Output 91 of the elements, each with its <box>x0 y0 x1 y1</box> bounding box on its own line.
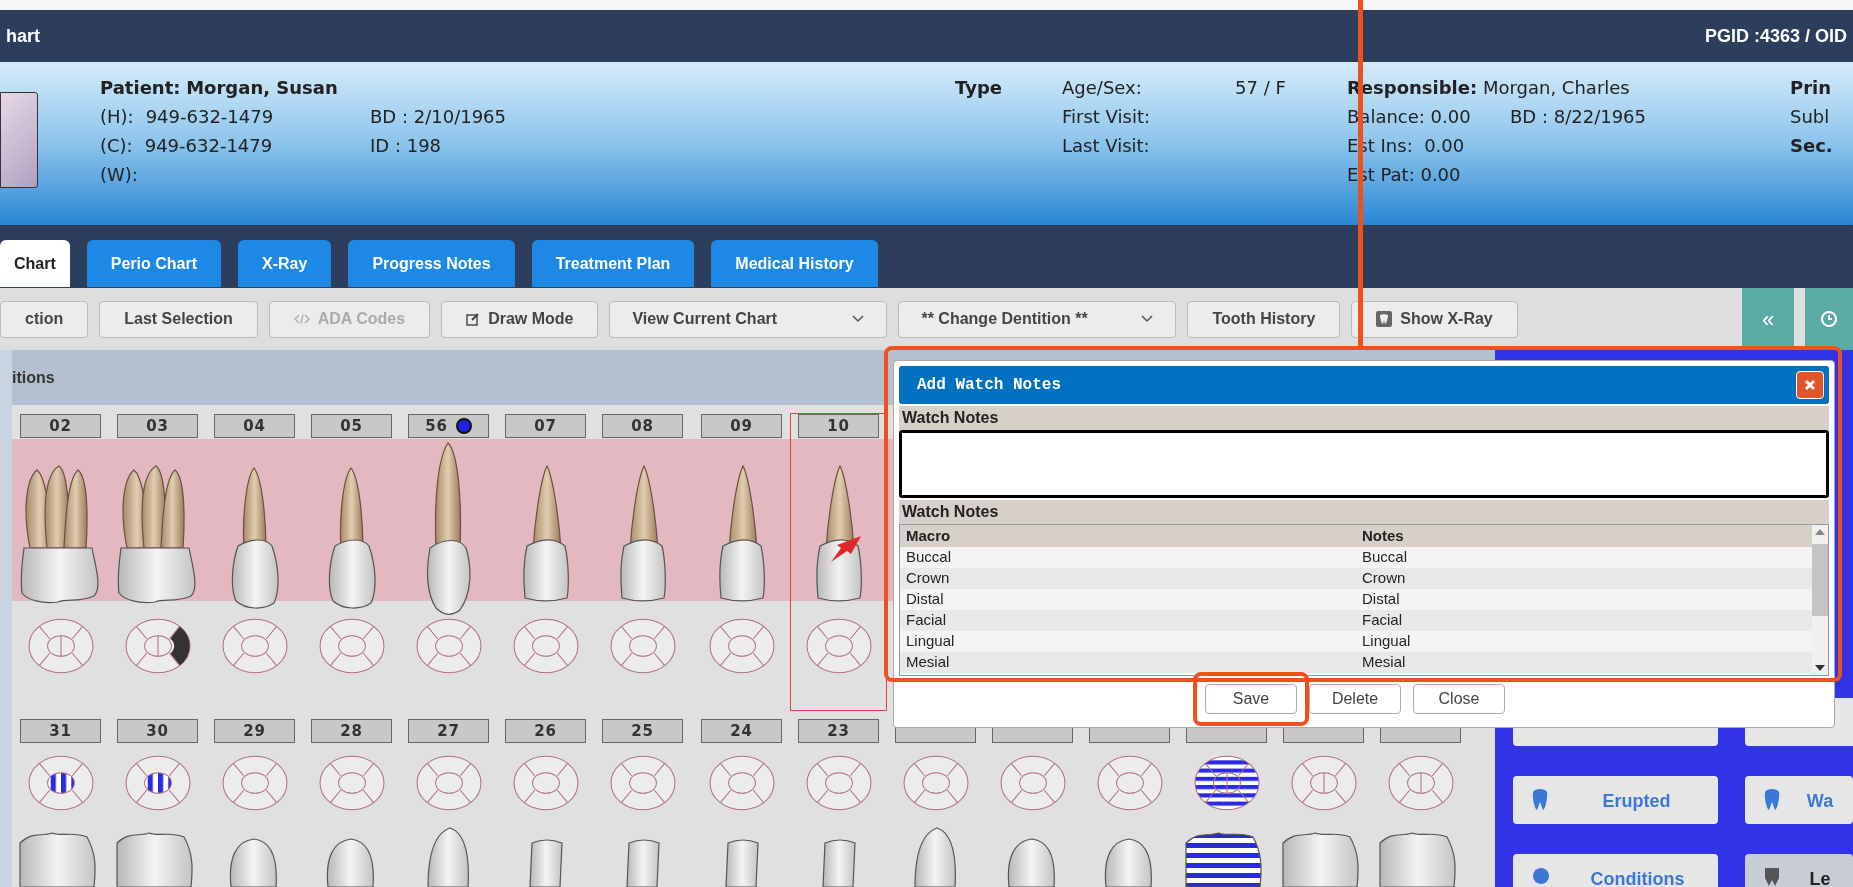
field-label: Watch Notes <box>902 502 999 522</box>
record-ids: PGID :4363 / OID <box>1704 24 1847 48</box>
arrow-icon <box>829 534 863 564</box>
clock-icon <box>1820 310 1838 328</box>
field-label: Watch Notes <box>902 408 999 428</box>
tab[interactable]: X-Ray <box>238 240 332 287</box>
scroll-thumb <box>1812 544 1828 616</box>
table-cell[interactable]: Distal <box>900 588 1356 611</box>
tooth-number[interactable]: 07 <box>505 414 586 438</box>
toolbar-button[interactable]: Last Selection <box>99 300 258 338</box>
tooth-icon <box>1763 788 1781 812</box>
table-cell[interactable]: Facial <box>900 609 1356 632</box>
field-label: Last Visit: <box>1062 134 1151 158</box>
table-cell[interactable]: Mesial <box>900 651 1356 674</box>
tab[interactable]: Treatment Plan <box>531 240 695 287</box>
panel-button[interactable]: Le <box>1745 854 1853 887</box>
conditions-icon <box>1531 866 1551 886</box>
responsible-name: Morgan, Charles <box>1482 77 1630 98</box>
code-icon <box>293 314 310 324</box>
chevron-down-icon <box>852 315 865 323</box>
phone-number: 949-632-1479 <box>145 105 274 129</box>
table-cell[interactable]: Buccal <box>1356 546 1812 569</box>
dialog-button[interactable]: Close <box>1413 684 1505 714</box>
field-label: (W): <box>100 163 138 187</box>
phone-number: 949-632-1479 <box>144 134 273 158</box>
field-label: Patient: <box>100 77 181 98</box>
field-label: (C): <box>100 134 133 158</box>
watch-notes-field[interactable] <box>899 430 1829 498</box>
table-cell[interactable]: Crown <box>1356 567 1812 590</box>
dialog-button[interactable]: Delete <box>1309 684 1401 714</box>
chevron-down-icon <box>1141 315 1154 323</box>
tooth-number[interactable]: 26 <box>505 719 586 743</box>
table-cell[interactable]: Crown <box>900 567 1356 590</box>
tooth-number[interactable]: 02 <box>20 414 101 438</box>
dropdown[interactable]: ** Change Dentition ** <box>898 300 1177 338</box>
tooth-number[interactable]: 03 <box>117 414 198 438</box>
dialog-button[interactable]: Save <box>1205 684 1297 714</box>
tab[interactable]: Medical History <box>711 240 878 287</box>
close-icon <box>1804 379 1816 391</box>
tab[interactable]: Chart <box>0 240 70 287</box>
field-label: Age/Sex: <box>1062 76 1143 100</box>
tooth-number[interactable]: 56 <box>408 414 489 438</box>
dialog-title: Add Watch Notes <box>917 375 1062 396</box>
tooth-icon <box>1763 866 1781 887</box>
toolbar-button[interactable]: Tooth History <box>1187 300 1341 338</box>
table-cell[interactable]: Mesial <box>1356 651 1812 674</box>
birth-date: BD : 8/22/1965 <box>1510 105 1646 129</box>
dropdown[interactable]: View Current Chart <box>609 300 888 338</box>
tooth-number[interactable]: 29 <box>214 719 295 743</box>
table-cell[interactable]: Facial <box>1356 609 1812 632</box>
column-header: Macro <box>905 526 952 546</box>
tooth-number[interactable]: 24 <box>701 719 782 743</box>
birth-date: BD : 2/10/1965 <box>370 105 507 129</box>
table-cell[interactable]: Distal <box>1356 588 1812 611</box>
field-label: (H): <box>100 105 134 129</box>
tooth-icon <box>1531 788 1549 812</box>
column-header: Notes <box>1361 526 1405 546</box>
tooth-number[interactable]: 10 <box>798 414 879 438</box>
toolbar-button[interactable]: Show X-Ray <box>1351 300 1518 338</box>
patient-id: ID : 198 <box>370 134 443 158</box>
tab[interactable]: Perio Chart <box>86 240 222 287</box>
insurance-label: Sec. <box>1790 134 1833 158</box>
field-value: 57 / F <box>1235 76 1286 100</box>
patient-name: Morgan, Susan <box>186 77 338 98</box>
scroll-down-icon <box>1815 665 1825 671</box>
tooth-number[interactable]: 09 <box>701 414 782 438</box>
table-cell[interactable]: Buccal <box>900 546 1356 569</box>
tooth-number[interactable]: 08 <box>602 414 683 438</box>
tab[interactable]: Progress Notes <box>348 240 515 287</box>
tooth-number[interactable]: 31 <box>20 719 101 743</box>
tooth-icon <box>1376 311 1393 327</box>
toolbar-button[interactable]: ction <box>0 300 89 338</box>
tooth-number[interactable]: 27 <box>408 719 489 743</box>
table-cell[interactable]: Lingual <box>900 630 1356 653</box>
tooth-number[interactable]: 04 <box>214 414 295 438</box>
scroll-up-icon <box>1815 529 1825 535</box>
history-button[interactable] <box>1805 288 1853 350</box>
insurance-label: Prin <box>1790 76 1833 100</box>
close-button[interactable] <box>1796 371 1824 399</box>
toolbar-button[interactable]: Draw Mode <box>441 300 599 338</box>
edit-icon <box>466 312 481 326</box>
field-label: Type <box>955 77 1002 98</box>
tooth-number[interactable]: 23 <box>798 719 879 743</box>
tooth-number[interactable]: 28 <box>311 719 392 743</box>
table-cell[interactable]: Lingual <box>1356 630 1812 653</box>
tooth-number[interactable]: 25 <box>602 719 683 743</box>
tooth-number[interactable]: 30 <box>117 719 198 743</box>
insurance-label: Subl <box>1790 105 1831 129</box>
window-title: hart <box>6 24 40 48</box>
tooth-number[interactable]: 05 <box>311 414 392 438</box>
field-label: First Visit: <box>1062 105 1152 129</box>
